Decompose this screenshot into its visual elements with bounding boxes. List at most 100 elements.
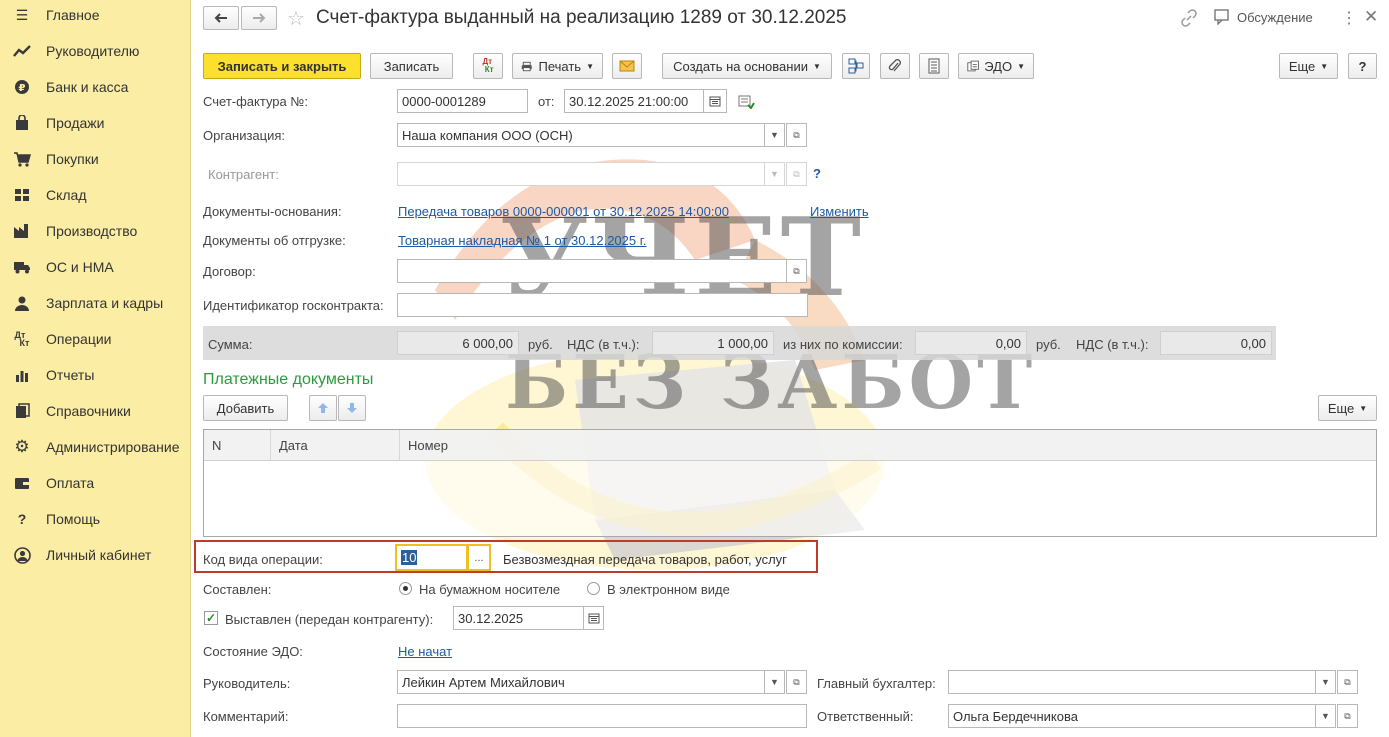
coin-icon: ₽: [13, 78, 31, 96]
column-header-n[interactable]: N: [204, 430, 271, 460]
operation-code-select-button[interactable]: ...: [467, 544, 491, 571]
more-vertical-icon[interactable]: ⋮: [1341, 8, 1357, 28]
sidebar-item-bank[interactable]: ₽ Банк и касса: [0, 69, 191, 105]
structure-icon: [848, 58, 864, 74]
issued-date-input[interactable]: 30.12.2025: [453, 606, 584, 630]
edo-state-link[interactable]: Не начат: [398, 644, 452, 659]
responsible-input[interactable]: Ольга Бердечникова: [948, 704, 1316, 728]
contract-input[interactable]: [397, 259, 787, 283]
calendar-button[interactable]: [703, 89, 727, 113]
comment-label: Комментарий:: [203, 709, 289, 724]
sidebar-item-reports[interactable]: Отчеты: [0, 357, 191, 393]
chief-accountant-dropdown[interactable]: ▼: [1315, 670, 1336, 694]
create-based-on-button[interactable]: Создать на основании ▼: [662, 53, 832, 79]
organization-input[interactable]: Наша компания ООО (ОСН): [397, 123, 765, 147]
comment-input[interactable]: [397, 704, 807, 728]
issued-calendar-button[interactable]: [583, 606, 604, 630]
cart-icon: [13, 150, 31, 168]
create-based-label: Создать на основании: [673, 58, 808, 74]
sidebar-item-label: Помощь: [46, 511, 101, 527]
invoice-number-input[interactable]: 0000-0001289: [397, 89, 528, 113]
move-down-button[interactable]: [338, 395, 366, 421]
payments-more-button[interactable]: Еще ▼: [1318, 395, 1377, 421]
sidebar-item-assets[interactable]: ОС и НМА: [0, 249, 191, 285]
chief-accountant-open-button[interactable]: ⧉: [1337, 670, 1358, 694]
edo-icon: [967, 60, 979, 72]
chief-accountant-input[interactable]: [948, 670, 1316, 694]
invoice-date-input[interactable]: 30.12.2025 21:00:00: [564, 89, 704, 113]
head-open-button[interactable]: ⧉: [786, 670, 807, 694]
issued-label[interactable]: Выставлен (передан контрагенту):: [225, 612, 433, 627]
head-dropdown[interactable]: ▼: [764, 670, 785, 694]
sidebar-item-account[interactable]: Личный кабинет: [0, 537, 191, 573]
base-docs-label: Документы-основания:: [203, 204, 342, 219]
counterparty-help-icon[interactable]: ?: [813, 166, 821, 181]
discussion-button[interactable]: Обсуждение: [1214, 9, 1313, 25]
paper-radio-label[interactable]: На бумажном носителе: [419, 582, 560, 597]
more-button[interactable]: Еще ▼: [1279, 53, 1338, 79]
sidebar-item-manager[interactable]: Руководителю: [0, 33, 191, 69]
sidebar-item-sales[interactable]: Продажи: [0, 105, 191, 141]
help-button[interactable]: ?: [1348, 53, 1377, 79]
attach-button[interactable]: [880, 53, 910, 79]
sidebar-item-help[interactable]: ? Помощь: [0, 501, 191, 537]
electronic-radio[interactable]: [587, 582, 600, 595]
head-input[interactable]: Лейкин Артем Михайлович: [397, 670, 765, 694]
electronic-radio-label[interactable]: В электронном виде: [607, 582, 730, 597]
base-docs-link[interactable]: Передача товаров 0000-000001 от 30.12.20…: [398, 204, 729, 219]
payments-table[interactable]: N Дата Номер: [203, 429, 1377, 537]
counterparty-open-button[interactable]: ⧉: [786, 162, 807, 186]
forward-button[interactable]: [241, 6, 277, 30]
counterparty-dropdown[interactable]: ▼: [764, 162, 785, 186]
save-and-close-button[interactable]: Записать и закрыть: [203, 53, 361, 79]
sidebar-item-operations[interactable]: Дт Кт Операции: [0, 321, 191, 357]
add-button[interactable]: Добавить: [203, 395, 288, 421]
list-button[interactable]: [919, 53, 949, 79]
chevron-down-icon: ▼: [586, 61, 594, 71]
change-link[interactable]: Изменить: [810, 204, 869, 219]
organization-dropdown[interactable]: ▼: [764, 123, 785, 147]
sidebar-item-production[interactable]: Производство: [0, 213, 191, 249]
responsible-dropdown[interactable]: ▼: [1315, 704, 1336, 728]
column-header-number[interactable]: Номер: [400, 430, 1376, 460]
sidebar: ☰ Главное Руководителю ₽ Банк и касса Пр…: [0, 0, 191, 737]
sidebar-item-admin[interactable]: ⚙ Администрирование: [0, 429, 191, 465]
favorite-star-icon[interactable]: ☆: [287, 6, 305, 31]
issued-checkbox[interactable]: ✓: [204, 611, 218, 625]
print-button[interactable]: Печать ▼: [512, 53, 603, 79]
counterparty-label: Контрагент:: [208, 167, 279, 182]
sidebar-item-warehouse[interactable]: Склад: [0, 177, 191, 213]
column-header-date[interactable]: Дата: [271, 430, 400, 460]
sidebar-item-purchases[interactable]: Покупки: [0, 141, 191, 177]
date-from-label: от:: [538, 94, 555, 109]
sum-value: 6 000,00: [397, 331, 519, 355]
paper-radio[interactable]: [399, 582, 412, 595]
edo-button[interactable]: ЭДО ▼: [958, 53, 1034, 79]
post-document-icon[interactable]: [738, 95, 755, 112]
counterparty-input[interactable]: [397, 162, 765, 186]
shipment-docs-link[interactable]: Товарная накладная № 1 от 30.12.2025 г.: [398, 233, 647, 248]
save-button[interactable]: Записать: [370, 53, 453, 79]
dt-kt-button[interactable]: Дт Кт: [473, 53, 503, 79]
gov-contract-input[interactable]: [397, 293, 808, 317]
operation-code-input[interactable]: 10: [395, 544, 468, 571]
contract-label: Договор:: [203, 264, 256, 279]
sidebar-item-main[interactable]: ☰ Главное: [0, 0, 191, 33]
move-up-button[interactable]: [309, 395, 337, 421]
responsible-open-button[interactable]: ⧉: [1337, 704, 1358, 728]
print-label: Печать: [538, 58, 582, 74]
back-button[interactable]: [203, 6, 239, 30]
responsible-label: Ответственный:: [817, 709, 914, 724]
close-icon[interactable]: ✕: [1364, 7, 1378, 27]
payments-more-label: Еще: [1327, 400, 1355, 416]
bar-chart-icon: [13, 366, 31, 384]
sidebar-item-salary[interactable]: Зарплата и кадры: [0, 285, 191, 321]
organization-open-button[interactable]: ⧉: [786, 123, 807, 147]
sidebar-item-label: Операции: [46, 331, 112, 347]
sidebar-item-directories[interactable]: Справочники: [0, 393, 191, 429]
email-button[interactable]: [612, 53, 642, 79]
structure-button[interactable]: [842, 53, 870, 79]
link-icon[interactable]: [1180, 9, 1198, 30]
contract-open-button[interactable]: ⧉: [786, 259, 807, 283]
sidebar-item-payment[interactable]: Оплата: [0, 465, 191, 501]
